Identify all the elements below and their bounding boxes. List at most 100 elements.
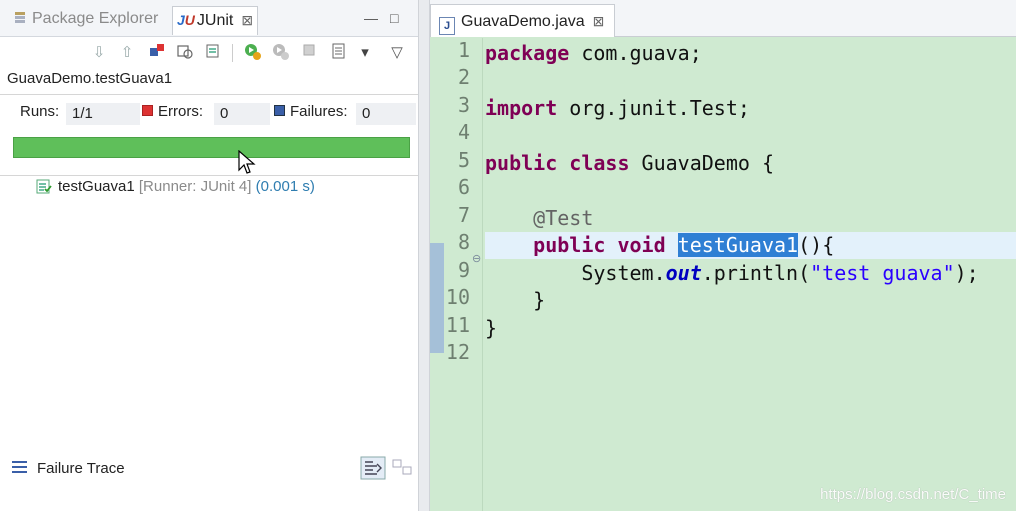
rerun-failed-first-icon[interactable]	[270, 42, 292, 64]
progress-bar	[13, 137, 410, 158]
line-number: 2	[457, 65, 470, 89]
keyword: void	[617, 233, 666, 257]
runs-value: 1/1	[66, 103, 140, 125]
code-line: }	[485, 287, 1016, 314]
keyword: import	[485, 96, 558, 120]
test-label: GuavaDemo.testGuava1	[7, 70, 173, 87]
selected-text: testGuava1	[677, 233, 799, 257]
java-file-icon: J	[439, 17, 455, 35]
keyword: package	[485, 41, 570, 65]
watermark: https://blog.csdn.net/C_time	[820, 486, 1006, 503]
tab-junit-label: JUnit	[196, 12, 234, 29]
keyword: class	[569, 151, 630, 175]
code-text: (){	[798, 233, 835, 257]
junit-tab-icon: JU	[177, 12, 195, 28]
test-name: testGuava1	[58, 178, 135, 195]
code-text: GuavaDemo {	[629, 151, 775, 175]
tab-guavademo-java[interactable]: J GuavaDemo.java ⊠	[430, 4, 616, 37]
editor-tab-label: GuavaDemo.java	[461, 13, 585, 30]
rerun-test-icon[interactable]	[242, 42, 264, 64]
line-number: 4	[457, 120, 470, 144]
errors-label: Errors:	[158, 103, 203, 120]
toolbar-separator	[232, 44, 233, 62]
gutter-divider	[482, 38, 483, 511]
code-text: org.junit.Test;	[557, 96, 750, 120]
line-number: 3	[457, 93, 470, 117]
view-menu-icon[interactable]: ▽	[386, 42, 408, 64]
code-line: import org.junit.Test;	[485, 95, 1016, 122]
history-icon[interactable]	[202, 42, 224, 64]
left-tab-bar: Package Explorer JU JUnit ⊠ — □	[0, 0, 418, 37]
line-number: 9	[457, 258, 470, 282]
maximize-icon[interactable]: □	[390, 10, 398, 26]
tab-junit[interactable]: JU JUnit ⊠	[172, 6, 259, 35]
history-dropdown-icon[interactable]: ▾	[354, 42, 376, 64]
failures-label: Failures:	[290, 103, 348, 120]
close-icon[interactable]: ⊠	[241, 12, 253, 28]
code-line: }	[485, 315, 1016, 342]
code-text: com.guava;	[569, 41, 702, 65]
errors-counter: Errors:	[142, 103, 203, 120]
runner-label: [Runner: JUnit 4]	[138, 178, 252, 195]
editor-tab-bar: J GuavaDemo.java ⊠	[430, 0, 1016, 37]
error-icon	[142, 105, 153, 116]
line-number: 7	[457, 203, 470, 227]
next-failure-icon[interactable]: ⇩	[88, 42, 110, 64]
close-icon[interactable]: ⊠	[593, 13, 605, 29]
line-number: 12	[445, 340, 470, 364]
test-passed-icon	[36, 179, 52, 194]
minimize-icon[interactable]: —	[364, 10, 378, 26]
java-editor: J GuavaDemo.java ⊠ 1 2 3 4 5 6 7 8 9 10 11 12 ⊖ packa…	[430, 0, 1016, 511]
code-line: @Test	[485, 205, 1016, 232]
stop-icon[interactable]	[298, 42, 320, 64]
annotation: @Test	[533, 206, 594, 230]
line-number: 10	[445, 285, 470, 309]
line-number: 6	[457, 175, 470, 199]
code-text: }	[533, 288, 546, 312]
code-area[interactable]: package com.guava; import org.junit.Test…	[485, 38, 1016, 511]
package-explorer-icon	[15, 12, 25, 23]
code-text: }	[485, 316, 498, 340]
code-line: public class GuavaDemo {	[485, 150, 1016, 177]
previous-failure-icon[interactable]: ⇧	[116, 42, 138, 64]
test-run-history-icon[interactable]	[328, 42, 350, 64]
errors-value: 0	[214, 103, 270, 125]
tab-package-explorer[interactable]: Package Explorer	[14, 6, 158, 34]
line-number: 11	[445, 313, 470, 337]
divider	[0, 175, 418, 176]
fold-collapse-icon[interactable]: ⊖	[472, 252, 481, 265]
mouse-cursor-icon	[238, 150, 256, 174]
junit-toolbar: ⇩ ⇧ ▾ ▽	[80, 40, 410, 68]
runs-label: Runs:	[20, 103, 60, 120]
code-line: System.out.println("test guava");	[485, 260, 1016, 287]
failures-counter: Failures:	[274, 103, 348, 120]
failure-trace-icon	[12, 461, 27, 473]
scroll-lock-icon[interactable]	[174, 42, 196, 64]
junit-view: Package Explorer JU JUnit ⊠ — □ ⇩ ⇧ ▾ ▽ …	[0, 0, 418, 511]
code-text: );	[954, 261, 979, 285]
line-number: 1	[457, 38, 470, 62]
divider	[0, 94, 418, 95]
keyword: public	[533, 233, 606, 257]
line-number: 5	[457, 148, 470, 172]
line-number-gutter: 1 2 3 4 5 6 7 8 9 10 11 12 ⊖	[430, 38, 482, 511]
test-duration: (0.001 s)	[255, 178, 315, 195]
failures-value: 0	[356, 103, 416, 125]
line-number: 8	[457, 230, 470, 254]
show-failures-only-icon[interactable]	[146, 42, 168, 64]
failure-icon	[274, 105, 285, 116]
failure-trace-title: Failure Trace	[37, 460, 125, 477]
static-field: out	[665, 261, 702, 285]
view-splitter[interactable]	[418, 0, 430, 511]
code-text: .println(	[701, 261, 811, 285]
current-code-line: public void testGuava1(){	[485, 232, 1016, 259]
failure-trace-header: Failure Trace	[0, 452, 418, 484]
code-text: System.	[581, 261, 666, 285]
string-literal: "test guava"	[810, 261, 955, 285]
keyword: public	[485, 151, 558, 175]
test-tree-item[interactable]: testGuava1 [Runner: JUnit 4] (0.001 s)	[36, 178, 315, 198]
compare-results-icon[interactable]	[390, 456, 416, 480]
filter-stack-trace-icon[interactable]	[360, 456, 386, 480]
code-line: package com.guava;	[485, 40, 1016, 67]
tab-package-explorer-label: Package Explorer	[32, 10, 159, 27]
